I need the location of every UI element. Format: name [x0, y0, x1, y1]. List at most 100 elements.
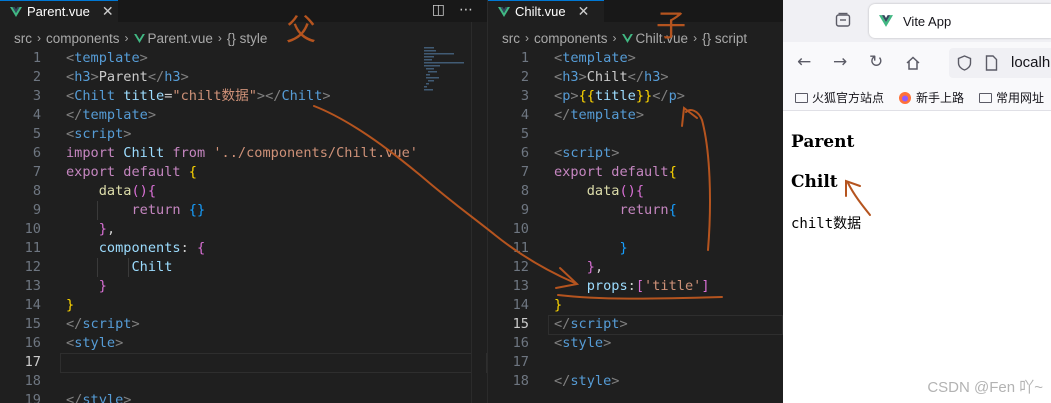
tab-chilt-vue[interactable]: Chilt.vue ✕ — [488, 0, 604, 22]
code-line[interactable]: 5 <script> — [0, 125, 487, 144]
browser-tab-vite-app[interactable]: Vite App — [869, 4, 1051, 38]
code-line[interactable]: 7 export default{ — [488, 163, 783, 182]
left-editor-pane: Parent.vue ✕ ◫ ⋯ src › components › Pare… — [0, 0, 487, 403]
code-line[interactable]: 17 — [0, 353, 487, 373]
folder-icon — [979, 92, 992, 103]
line-number: 12 — [24, 259, 41, 275]
code-line[interactable]: 11 } — [488, 239, 783, 258]
tab-label: Chilt.vue — [515, 4, 566, 19]
code-line[interactable]: 6 import Chilt from '../components/Chilt.… — [0, 144, 487, 163]
code-line[interactable]: 4 </template> — [0, 106, 487, 125]
code-line[interactable]: 3 <p>{{title}}</p> — [488, 87, 783, 106]
code-line[interactable]: 16 <style> — [488, 334, 783, 353]
child-heading: Chilt — [791, 172, 838, 192]
breadcrumb-item[interactable]: src — [502, 31, 520, 46]
code-line[interactable]: 17 — [488, 353, 783, 372]
line-number: 17 — [24, 354, 41, 370]
minimap[interactable] — [420, 45, 470, 105]
back-arrow-icon[interactable]: ← — [797, 52, 811, 72]
tab-parent-vue[interactable]: Parent.vue ✕ — [0, 0, 118, 22]
code-line[interactable]: 13 props:['title'] — [488, 277, 783, 296]
more-actions-icon[interactable]: ⋯ — [459, 2, 473, 18]
child-paragraph: chilt数据 — [791, 216, 862, 232]
code-line[interactable]: 14} — [488, 296, 783, 315]
code-text: </template> — [66, 107, 157, 123]
code-line[interactable]: 5 — [488, 125, 783, 144]
code-line[interactable]: 10 }, — [0, 220, 487, 239]
code-text: } — [554, 297, 563, 313]
chevron-right-icon: › — [37, 31, 41, 45]
code-line[interactable]: 2 <h3>Parent</h3> — [0, 68, 487, 87]
vue-file-icon — [133, 33, 145, 43]
code-line[interactable]: 19 </style> — [0, 391, 487, 403]
code-line[interactable]: 18 </style> — [488, 372, 783, 391]
indent-guide — [128, 258, 129, 277]
close-icon[interactable]: ✕ — [102, 3, 114, 20]
code-line[interactable]: 15 </script> — [0, 315, 487, 334]
code-line[interactable]: 8 data(){ — [488, 182, 783, 201]
code-line[interactable]: 2 <h3>Chilt</h3> — [488, 68, 783, 87]
close-icon[interactable]: ✕ — [578, 3, 590, 20]
bookmark-item[interactable]: 新手上路 — [898, 89, 964, 106]
tab-list-icon[interactable] — [835, 12, 851, 28]
forward-arrow-icon[interactable]: → — [833, 52, 847, 72]
code-line[interactable]: 10 — [488, 220, 783, 239]
code-line[interactable]: 12 }, — [488, 258, 783, 277]
code-line[interactable]: 12 Chilt — [0, 258, 487, 277]
breadcrumb-item[interactable]: src — [14, 31, 32, 46]
line-number: 14 — [24, 297, 41, 313]
line-number: 10 — [24, 221, 41, 237]
breadcrumb-item[interactable]: Parent.vue — [148, 31, 213, 46]
breadcrumb-item[interactable]: {} style — [227, 31, 268, 46]
shield-icon[interactable] — [957, 55, 972, 71]
code-line[interactable]: 11 components: { — [0, 239, 487, 258]
browser-nav-bar: ← → ↻ localh — [783, 42, 1051, 84]
code-text: }, — [98, 221, 116, 237]
reload-icon[interactable]: ↻ — [869, 52, 883, 72]
breadcrumb-item[interactable]: {} script — [702, 31, 747, 46]
code-text: data(){ — [98, 183, 157, 199]
split-editor-icon[interactable]: ◫ — [432, 2, 445, 18]
bookmark-item[interactable]: 火狐官方站点 — [795, 89, 884, 106]
code-area[interactable]: 1 <template> 2 <h3>Chilt</h3> 3 <p>{{title}}<… — [488, 49, 783, 391]
code-text: </script> — [66, 316, 140, 332]
line-number: 2 — [32, 69, 41, 85]
code-line[interactable]: 6 <script> — [488, 144, 783, 163]
code-line[interactable]: 15 </script> — [488, 315, 783, 335]
line-number: 15 — [512, 316, 529, 332]
code-text: data(){ — [586, 183, 645, 199]
code-line[interactable]: 7 export default { — [0, 163, 487, 182]
code-line[interactable]: 1 <template> — [0, 49, 487, 68]
code-text: } — [619, 240, 628, 256]
code-line[interactable]: 1 <template> — [488, 49, 783, 68]
line-number: 5 — [520, 126, 529, 142]
line-number: 6 — [520, 145, 529, 161]
code-text: import Chilt from '../components/Chilt.v… — [66, 145, 418, 161]
code-text: <script> — [554, 145, 620, 161]
vertical-scrollbar[interactable] — [471, 22, 486, 403]
code-line[interactable]: 9 return {} — [0, 201, 487, 220]
code-line[interactable]: 14} — [0, 296, 487, 315]
code-line[interactable]: 9 return{ — [488, 201, 783, 220]
folder-icon — [795, 92, 808, 103]
breadcrumb-item[interactable]: Chilt.vue — [636, 31, 689, 46]
home-icon[interactable] — [905, 55, 921, 71]
line-number: 9 — [32, 202, 41, 218]
code-line[interactable]: 8 data(){ — [0, 182, 487, 201]
line-number: 1 — [32, 50, 41, 66]
url-bar[interactable]: localh — [949, 48, 1051, 78]
code-text: } — [98, 278, 107, 294]
breadcrumb-item[interactable]: components — [534, 31, 608, 46]
code-line[interactable]: 3 <Chilt title="chilt数据"></Chilt> — [0, 87, 487, 106]
code-line[interactable]: 18 — [0, 372, 487, 391]
bookmark-item[interactable]: 常用网址 — [979, 89, 1044, 106]
breadcrumb-item[interactable]: components — [46, 31, 120, 46]
line-number: 4 — [520, 107, 529, 123]
line-number: 9 — [520, 202, 529, 218]
indent-guide — [97, 201, 98, 220]
code-line[interactable]: 13 } — [0, 277, 487, 296]
code-line[interactable]: 4 </template> — [488, 106, 783, 125]
code-line[interactable]: 16 <style> — [0, 334, 487, 353]
line-number: 18 — [24, 373, 41, 389]
code-area[interactable]: 1 <template> 2 <h3>Parent</h3> 3 <Chilt title… — [0, 49, 487, 403]
